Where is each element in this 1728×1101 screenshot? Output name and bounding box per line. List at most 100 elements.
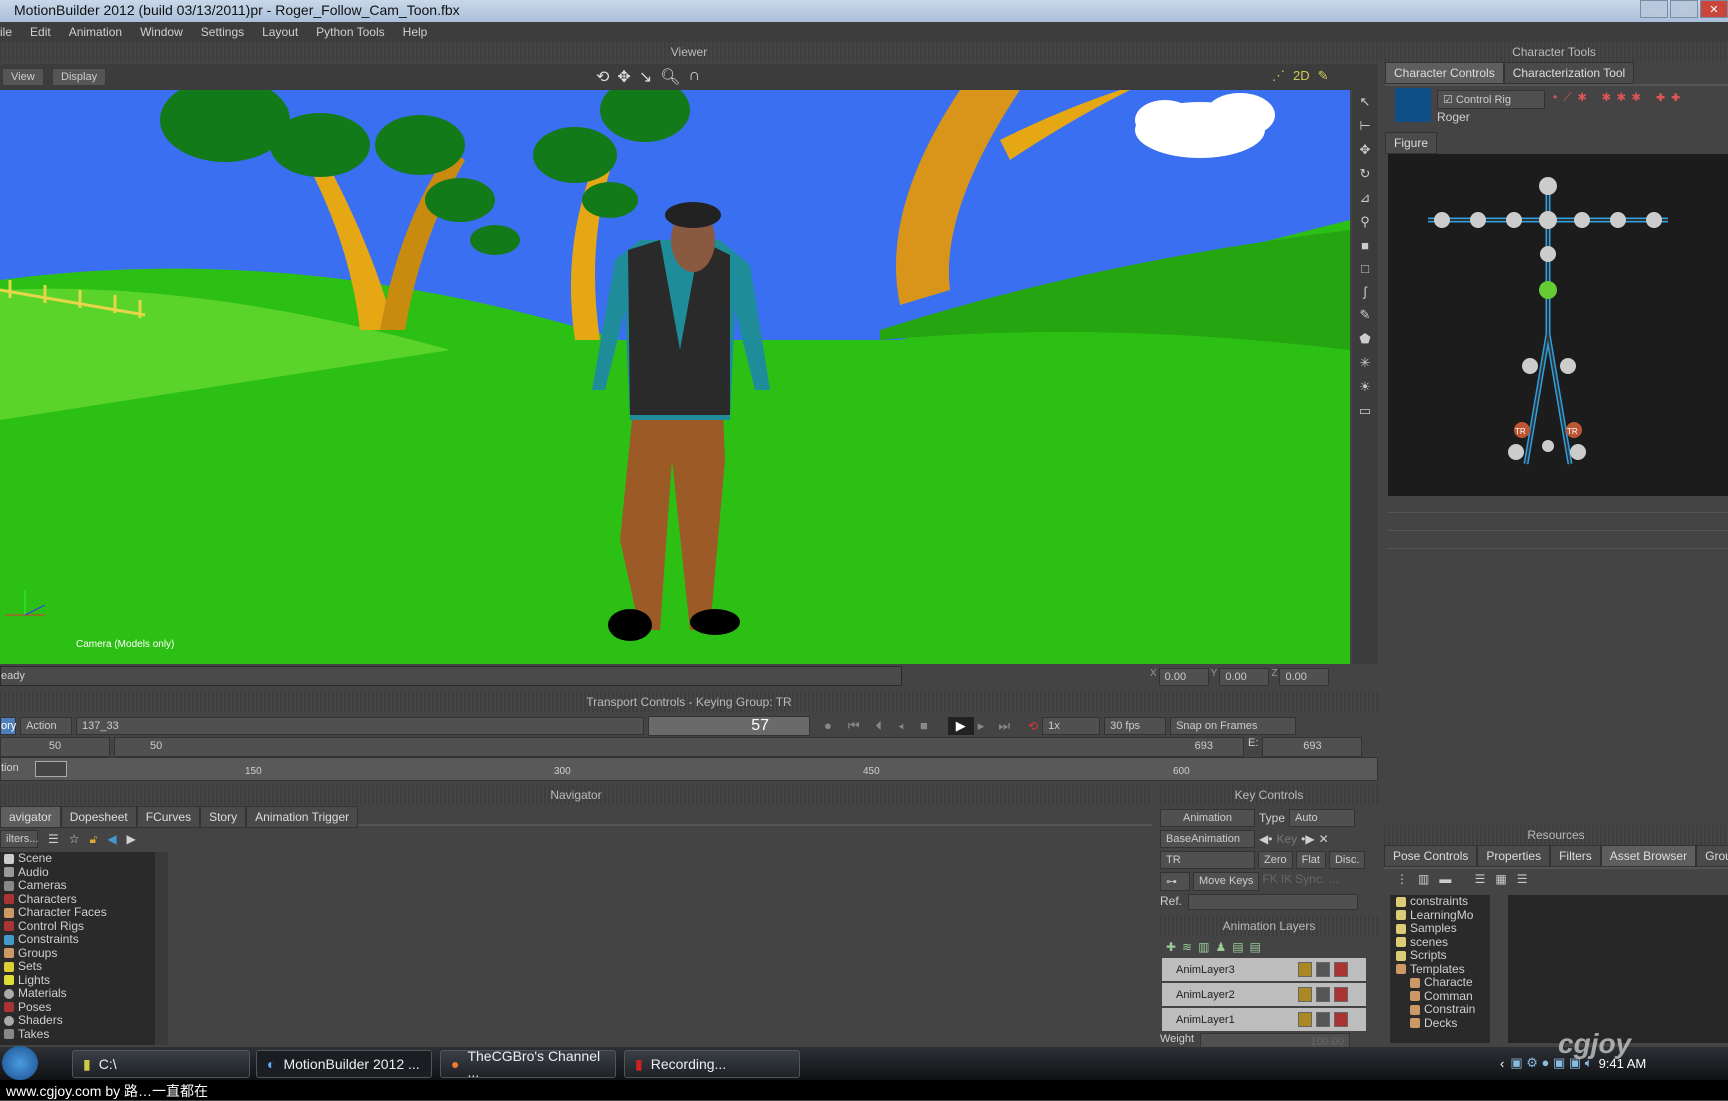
curve-icon[interactable]: ∫ — [1363, 284, 1367, 299]
flat-button[interactable]: Flat — [1295, 851, 1326, 869]
pan-icon[interactable]: ✥ — [617, 67, 630, 87]
ref-field[interactable] — [1188, 894, 1359, 910]
asset-folder[interactable]: Scripts — [1396, 948, 1490, 963]
back-icon[interactable]: ◀ — [107, 832, 116, 846]
next-key-icon[interactable]: •▶ — [1301, 832, 1314, 846]
asset-folder[interactable]: Samples — [1396, 921, 1490, 936]
tab-groups[interactable]: Group — [1696, 845, 1728, 867]
rotate-icon[interactable]: ↻ — [1360, 166, 1371, 182]
taskbar-item-motionbuilder[interactable]: ◐ MotionBuilder 2012 ... — [256, 1050, 432, 1078]
fps-dropdown[interactable]: 30 fps — [1104, 717, 1167, 735]
filters-button[interactable]: ilters... — [0, 830, 38, 848]
fk-button[interactable]: FK — [1262, 872, 1277, 891]
menu-help[interactable]: Help — [403, 25, 428, 42]
disc-button[interactable]: Disc. — [1328, 851, 1366, 869]
translate-icon[interactable]: ✥ — [1360, 142, 1371, 158]
cube-icon[interactable]: ■ — [1361, 238, 1369, 253]
menu-animation[interactable]: Animation — [69, 25, 122, 42]
delete-key-icon[interactable]: ✕ — [1319, 832, 1329, 846]
key-icon[interactable]: ⊶ — [1160, 872, 1190, 891]
lock-icon[interactable] — [1298, 987, 1312, 1002]
zero-button[interactable]: Zero — [1258, 851, 1293, 869]
sync-dropdown[interactable]: Sync. ... — [1295, 872, 1338, 891]
2d-icon[interactable]: 2D — [1293, 68, 1310, 84]
select-icon[interactable]: ↖ — [1360, 94, 1371, 110]
tree-item-audio[interactable]: Audio — [4, 865, 155, 880]
rig-toolbar[interactable]: •⟋✱ ✱✱✱ ✚✚ — [1553, 90, 1686, 105]
forward-icon[interactable]: ▶ — [127, 832, 136, 846]
frame-icon[interactable]: ▭ — [1359, 403, 1371, 419]
start-field[interactable]: 50 — [0, 737, 110, 757]
shape-icon[interactable]: ⬟ — [1359, 331, 1370, 347]
layer-row[interactable]: AnimLayer1 — [1162, 1008, 1366, 1031]
range-slider[interactable]: 50 693 — [114, 737, 1244, 757]
asset-folder[interactable]: Decks — [1396, 1016, 1490, 1031]
forward-controls[interactable]: ▸⏭ — [978, 718, 1024, 734]
tree-item-characters[interactable]: Characters — [4, 892, 155, 907]
menu-file[interactable]: ile — [0, 25, 12, 42]
taskbar-item-recording[interactable]: ▮ Recording... — [624, 1050, 800, 1078]
arc-icon[interactable]: ∩ — [689, 67, 701, 87]
tab-pose-controls[interactable]: Pose Controls — [1384, 845, 1478, 867]
display-button[interactable]: Display — [52, 68, 107, 86]
asset-toolbar[interactable]: ⋮▥▬ ☰▦☰ — [1384, 869, 1728, 891]
type-dropdown[interactable]: Auto — [1289, 809, 1356, 827]
mode-button[interactable]: ory — [0, 717, 16, 735]
ik-button[interactable]: IK — [1281, 872, 1292, 891]
skeleton-icon[interactable]: ✳ — [1360, 355, 1371, 371]
tree-item-takes[interactable]: Takes — [4, 1027, 155, 1042]
snap-dropdown[interactable]: Snap on Frames — [1170, 717, 1297, 735]
tree-item-shaders[interactable]: Shaders — [4, 1013, 155, 1028]
timeline[interactable]: tion 150 300 450 600 — [0, 757, 1378, 781]
layer-row[interactable]: AnimLayer2 — [1162, 983, 1366, 1006]
animation-button[interactable]: Animation — [1160, 809, 1255, 827]
z-field[interactable]: 0.00 — [1279, 668, 1330, 686]
tab-figure[interactable]: Figure — [1385, 132, 1438, 154]
taskbar-item-firefox[interactable]: ● TheCGBro's Channel ... — [440, 1048, 616, 1080]
frame-counter[interactable]: 57 — [648, 716, 810, 736]
timeline-cursor[interactable] — [35, 761, 67, 777]
keying-group-dropdown[interactable]: TR — [1160, 851, 1255, 869]
control-rig-checkbox[interactable]: ☑ Control Rig — [1437, 90, 1545, 109]
character-selector-icon[interactable] — [1395, 88, 1431, 122]
tree-item-poses[interactable]: Poses — [4, 1000, 155, 1015]
light-icon[interactable]: ☀ — [1359, 379, 1371, 395]
lock-icon[interactable]: 🔓︎ — [90, 832, 98, 847]
tab-animation-trigger[interactable]: Animation Trigger — [246, 806, 359, 828]
play-button[interactable]: ▶ — [947, 717, 974, 735]
layer-toolbar[interactable]: ✚≋▥♟▤▤ — [1166, 940, 1378, 954]
close-button[interactable]: ✕ — [1700, 0, 1728, 18]
control-rig-figure[interactable]: TR TR — [1388, 154, 1728, 496]
y-field[interactable]: 0.00 — [1219, 668, 1270, 686]
tree-item-cameras[interactable]: Cameras — [4, 878, 155, 893]
tree-item-lights[interactable]: Lights — [4, 973, 155, 988]
menu-edit[interactable]: Edit — [30, 25, 51, 42]
curve-icon[interactable]: ⋰ — [1272, 68, 1285, 84]
maximize-button[interactable]: □ — [1670, 0, 1698, 18]
tree-item-groups[interactable]: Groups — [4, 946, 155, 961]
pin-icon[interactable]: ⚲ — [1360, 214, 1370, 230]
tree-item-constraints[interactable]: Constraints — [4, 932, 155, 947]
x-field[interactable]: 0.00 — [1158, 668, 1209, 686]
view-button[interactable]: View — [2, 68, 44, 86]
lock-icon[interactable] — [1298, 962, 1312, 977]
mute-icon[interactable] — [1334, 1012, 1348, 1027]
asset-folder[interactable]: scenes — [1396, 935, 1490, 950]
asset-folder[interactable]: Constrain — [1396, 1002, 1490, 1017]
navigator-scrollbar[interactable] — [155, 852, 168, 1045]
mute-icon[interactable] — [1334, 987, 1348, 1002]
list-icon[interactable]: ☰ — [48, 832, 59, 846]
viewport-3d[interactable] — [0, 90, 1350, 664]
box-icon[interactable]: □ — [1361, 261, 1369, 276]
action-dropdown[interactable]: Action — [20, 717, 72, 735]
tab-fcurves[interactable]: FCurves — [136, 806, 201, 828]
asset-folder[interactable]: Comman — [1396, 989, 1490, 1004]
menu-python-tools[interactable]: Python Tools — [316, 25, 385, 42]
favorite-icon[interactable]: ☆ — [69, 832, 80, 846]
tab-characterization-tool[interactable]: Characterization Tool — [1503, 62, 1635, 84]
solo-icon[interactable] — [1316, 1012, 1330, 1027]
move-keys-button[interactable]: Move Keys — [1193, 872, 1260, 891]
minimize-button[interactable]: – — [1640, 0, 1668, 18]
menu-settings[interactable]: Settings — [201, 25, 244, 42]
base-layer-dropdown[interactable]: BaseAnimation — [1160, 830, 1255, 848]
